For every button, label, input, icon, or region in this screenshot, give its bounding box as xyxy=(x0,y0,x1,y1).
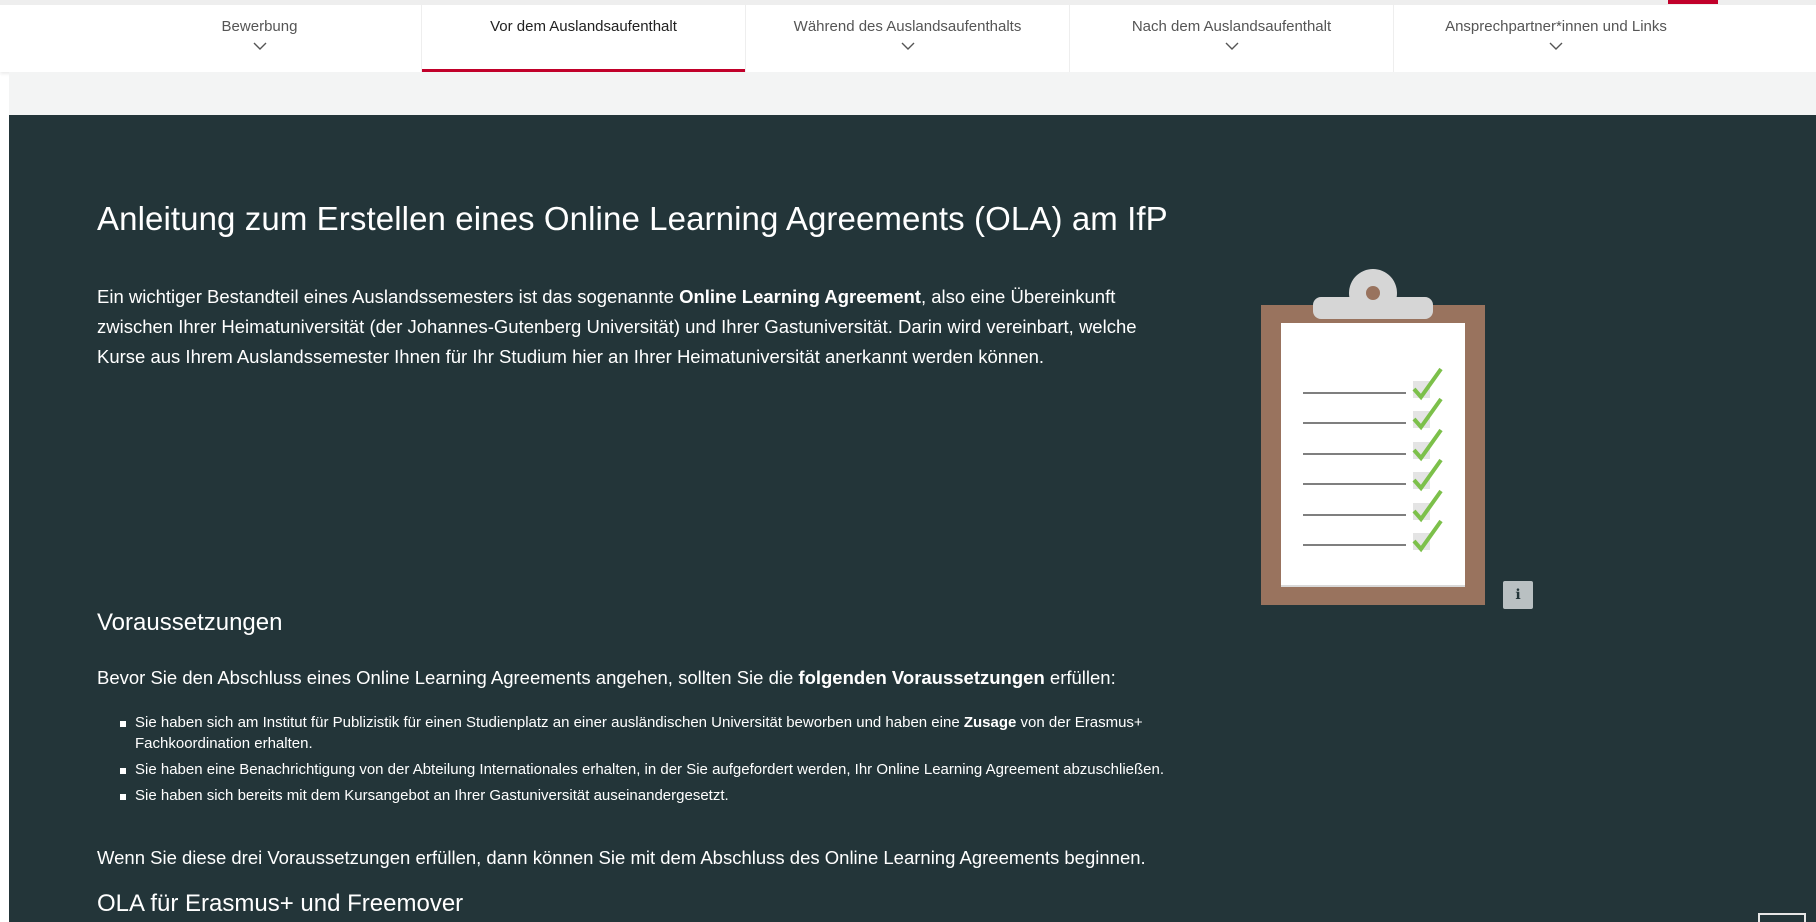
ola-heading: OLA für Erasmus+ und Freemover xyxy=(97,890,464,917)
chevron-down-icon xyxy=(1225,42,1238,50)
section-navigation: Bewerbung Vor dem Auslandsaufenthalt Wäh… xyxy=(0,0,1816,73)
req-text-1: Sie haben sich bereits mit dem Kursangeb… xyxy=(135,787,729,804)
image-info-button[interactable]: ℹ xyxy=(1503,581,1533,609)
req-text-1: Sie haben sich am Institut für Publizist… xyxy=(135,714,964,731)
chevron-down-icon xyxy=(901,42,914,50)
main-content: Anleitung zum Erstellen eines Online Lea… xyxy=(9,115,1816,922)
list-item: Sie haben sich am Institut für Publizist… xyxy=(119,712,1179,754)
requirements-lead: Bevor Sie den Abschluss eines Online Lea… xyxy=(97,665,1197,691)
tab-label: Bewerbung xyxy=(221,18,298,35)
tab-label: Ansprechpartner*innen und Links xyxy=(1445,18,1667,35)
requirements-list: Sie haben sich am Institut für Publizist… xyxy=(119,712,1179,811)
lead-bold: folgenden Voraussetzungen xyxy=(798,667,1045,688)
back-to-top-button[interactable] xyxy=(1758,913,1806,922)
intro-bold: Online Learning Agreement xyxy=(679,286,921,307)
light-strip xyxy=(9,72,1816,115)
list-item: Sie haben sich bereits mit dem Kursangeb… xyxy=(119,785,1179,806)
lead-text-2: erfüllen: xyxy=(1044,667,1116,688)
chevron-down-icon xyxy=(1549,42,1563,50)
tab-label: Während des Auslandsaufenthalts xyxy=(793,18,1022,35)
intro-paragraph: Ein wichtiger Bestandteil eines Auslands… xyxy=(97,282,1177,372)
tab-label: Nach dem Auslandsaufenthalt xyxy=(1131,18,1332,35)
chevron-down-icon xyxy=(253,42,266,50)
tab-nach-dem-auslandsaufenthalt[interactable]: Nach dem Auslandsaufenthalt xyxy=(1070,5,1394,72)
tab-label: Vor dem Auslandsaufenthalt xyxy=(490,18,677,35)
page: Bewerbung Vor dem Auslandsaufenthalt Wäh… xyxy=(0,0,1816,922)
lead-text-1: Bevor Sie den Abschluss eines Online Lea… xyxy=(97,667,799,688)
tab-ansprechpartner-und-links[interactable]: Ansprechpartner*innen und Links xyxy=(1394,5,1718,72)
tab-vor-dem-auslandsaufenthalt[interactable]: Vor dem Auslandsaufenthalt xyxy=(422,5,746,73)
page-title: Anleitung zum Erstellen eines Online Lea… xyxy=(97,200,1168,237)
list-item: Sie haben eine Benachrichtigung von der … xyxy=(119,759,1179,780)
clipboard-checklist-illustration xyxy=(1261,269,1485,605)
tab-bewerbung[interactable]: Bewerbung xyxy=(98,5,422,72)
nav-tabs: Bewerbung Vor dem Auslandsaufenthalt Wäh… xyxy=(98,5,1718,73)
closing-paragraph: Wenn Sie diese drei Voraussetzungen erfü… xyxy=(97,847,1146,868)
info-icon: ℹ xyxy=(1515,587,1521,603)
tab-waehrend-des-auslandsaufenthalts[interactable]: Während des Auslandsaufenthalts xyxy=(746,5,1070,72)
req-bold: Zusage xyxy=(963,714,1017,731)
intro-text-1: Ein wichtiger Bestandteil eines Auslands… xyxy=(97,286,680,307)
req-text-1: Sie haben eine Benachrichtigung von der … xyxy=(135,761,1165,778)
requirements-heading: Voraussetzungen xyxy=(97,609,283,636)
top-accent-bar xyxy=(1668,0,1718,4)
